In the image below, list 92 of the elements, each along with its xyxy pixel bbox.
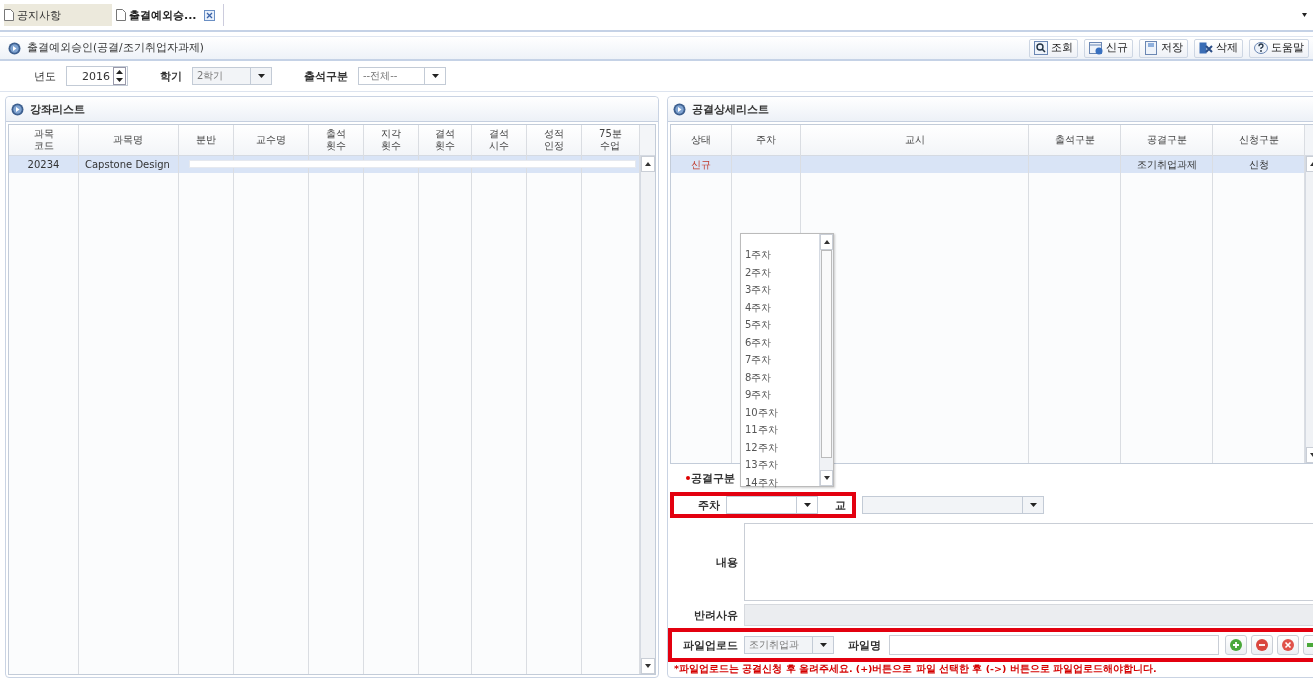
table-cell: 신청	[1213, 156, 1304, 173]
scroll-up-icon	[823, 240, 830, 244]
table-cell: 조기취업과제	[1121, 156, 1212, 173]
page-icon	[116, 9, 126, 21]
content-field[interactable]	[744, 523, 1313, 601]
caret-icon	[431, 74, 439, 78]
notice-text: *파일업로드는 공결신청 후 올려주세요. (+)버튼으로 파일 선택한 후 (->) 버튼으로 파일업로드해야합니다.	[673, 663, 1158, 676]
caret-icon	[819, 643, 827, 647]
window-icon	[1089, 41, 1103, 55]
column-header[interactable]: 신청구분	[1213, 125, 1304, 156]
scroll-down-icon	[823, 476, 830, 480]
file-name-field[interactable]	[889, 635, 1219, 655]
dropdown-option[interactable]: 6주차	[741, 333, 819, 351]
toolbar-button[interactable]: 저장	[1139, 38, 1188, 58]
scroll-up-icon	[645, 162, 651, 166]
save-icon	[1144, 41, 1158, 55]
field-label: 주차	[697, 497, 721, 513]
dropdown-option[interactable]: 11주차	[741, 421, 819, 439]
column-header[interactable]: 과목명	[79, 125, 178, 156]
field-label: 공결구분	[686, 470, 735, 486]
dropdown-option[interactable]: 8주차	[741, 368, 819, 386]
dropdown-option[interactable]: 3주차	[741, 281, 819, 299]
scrollbar[interactable]	[640, 156, 655, 674]
column-header[interactable]: 출석구분	[1029, 125, 1120, 156]
column-header[interactable]: 75분 수업	[581, 125, 640, 156]
dropdown-option[interactable]: 5주차	[741, 316, 819, 334]
column-header[interactable]: 교시	[801, 125, 1028, 156]
tab[interactable]: 공지사항	[4, 4, 112, 26]
field-label: 교	[834, 497, 847, 513]
scroll-down-icon	[645, 664, 651, 668]
field-label: 파일명	[848, 637, 881, 653]
search-icon	[1034, 41, 1048, 55]
circle-arrow-icon	[8, 41, 21, 55]
column-header[interactable]: 지각 횟수	[363, 125, 419, 156]
dropdown-option[interactable]: 7주차	[741, 351, 819, 369]
week-select[interactable]	[726, 496, 818, 514]
dropdown-caret-icon[interactable]	[1302, 13, 1307, 17]
dropdown-option[interactable]: 2주차	[741, 263, 819, 281]
caret-icon	[257, 74, 265, 78]
page-icon	[4, 9, 14, 21]
spin-down-icon[interactable]	[116, 78, 123, 82]
dropdown-option[interactable]: 14주차	[741, 473, 819, 491]
field-label: 출석구분	[304, 68, 348, 84]
column-header[interactable]: 결석 시수	[472, 125, 526, 156]
spin-up-icon[interactable]	[116, 70, 123, 74]
field-label: 파일업로드	[682, 637, 739, 653]
tab[interactable]: 출결예외승...	[116, 4, 224, 26]
toolbar-button[interactable]: 조회	[1029, 38, 1078, 58]
column-header[interactable]: 출석 횟수	[308, 125, 363, 156]
caret-icon	[1029, 503, 1037, 507]
field-label: 반려사유	[693, 607, 739, 623]
field-label: 학기	[160, 68, 182, 84]
cancel-icon[interactable]	[1281, 638, 1295, 652]
column-header[interactable]: 결석 횟수	[419, 125, 472, 156]
dropdown-option[interactable]: 4주차	[741, 298, 819, 316]
column-header[interactable]: 과목 코드	[9, 125, 78, 156]
remove-icon[interactable]	[1255, 638, 1269, 652]
dropdown-option[interactable]: 10주차	[741, 403, 819, 421]
table-cell: 20234	[9, 156, 78, 173]
column-header[interactable]: 성적 인정	[526, 125, 581, 156]
table-cell: 신규	[671, 156, 731, 173]
upload-type-select[interactable]: 조기취업과	[744, 636, 834, 654]
toolbar-button[interactable]: 도움말	[1249, 38, 1309, 58]
field-label: 내용	[715, 554, 739, 570]
close-icon[interactable]	[203, 9, 215, 21]
year-spinner[interactable]: 2016	[66, 66, 128, 86]
column-header[interactable]: 공결구분	[1121, 125, 1212, 156]
dropdown-option[interactable]: 9주차	[741, 386, 819, 404]
column-header[interactable]: 교수명	[233, 125, 308, 156]
column-header[interactable]: 상태	[671, 125, 731, 156]
period-select[interactable]	[862, 496, 1044, 514]
field-label: 년도	[34, 68, 56, 84]
delete-icon	[1199, 41, 1213, 55]
toolbar-button[interactable]: 신규	[1084, 38, 1133, 58]
scrollbar[interactable]	[819, 234, 833, 486]
toolbar-button[interactable]: 삭제	[1194, 38, 1243, 58]
semester-select[interactable]: 2학기	[192, 67, 272, 85]
page-title: 출결예외승인(공결/조기취업자과제)	[27, 41, 204, 55]
dropdown-option[interactable]: 13주차	[741, 456, 819, 474]
column-header[interactable]: 주차	[732, 125, 800, 156]
help-icon	[1254, 41, 1268, 55]
circle-arrow-icon	[11, 102, 24, 116]
panel-title: 공결상세리스트	[692, 101, 769, 117]
add-icon[interactable]	[1229, 638, 1243, 652]
circle-arrow-icon	[673, 102, 686, 116]
caret-icon	[803, 503, 811, 507]
dropdown-option[interactable]: 12주차	[741, 438, 819, 456]
attendance-select[interactable]: --전체--	[358, 67, 446, 85]
table-cell: Capstone Design	[79, 156, 178, 173]
panel-title: 강좌리스트	[30, 101, 85, 117]
dropdown-option[interactable]: 1주차	[741, 246, 819, 264]
column-header[interactable]: 분반	[178, 125, 233, 156]
